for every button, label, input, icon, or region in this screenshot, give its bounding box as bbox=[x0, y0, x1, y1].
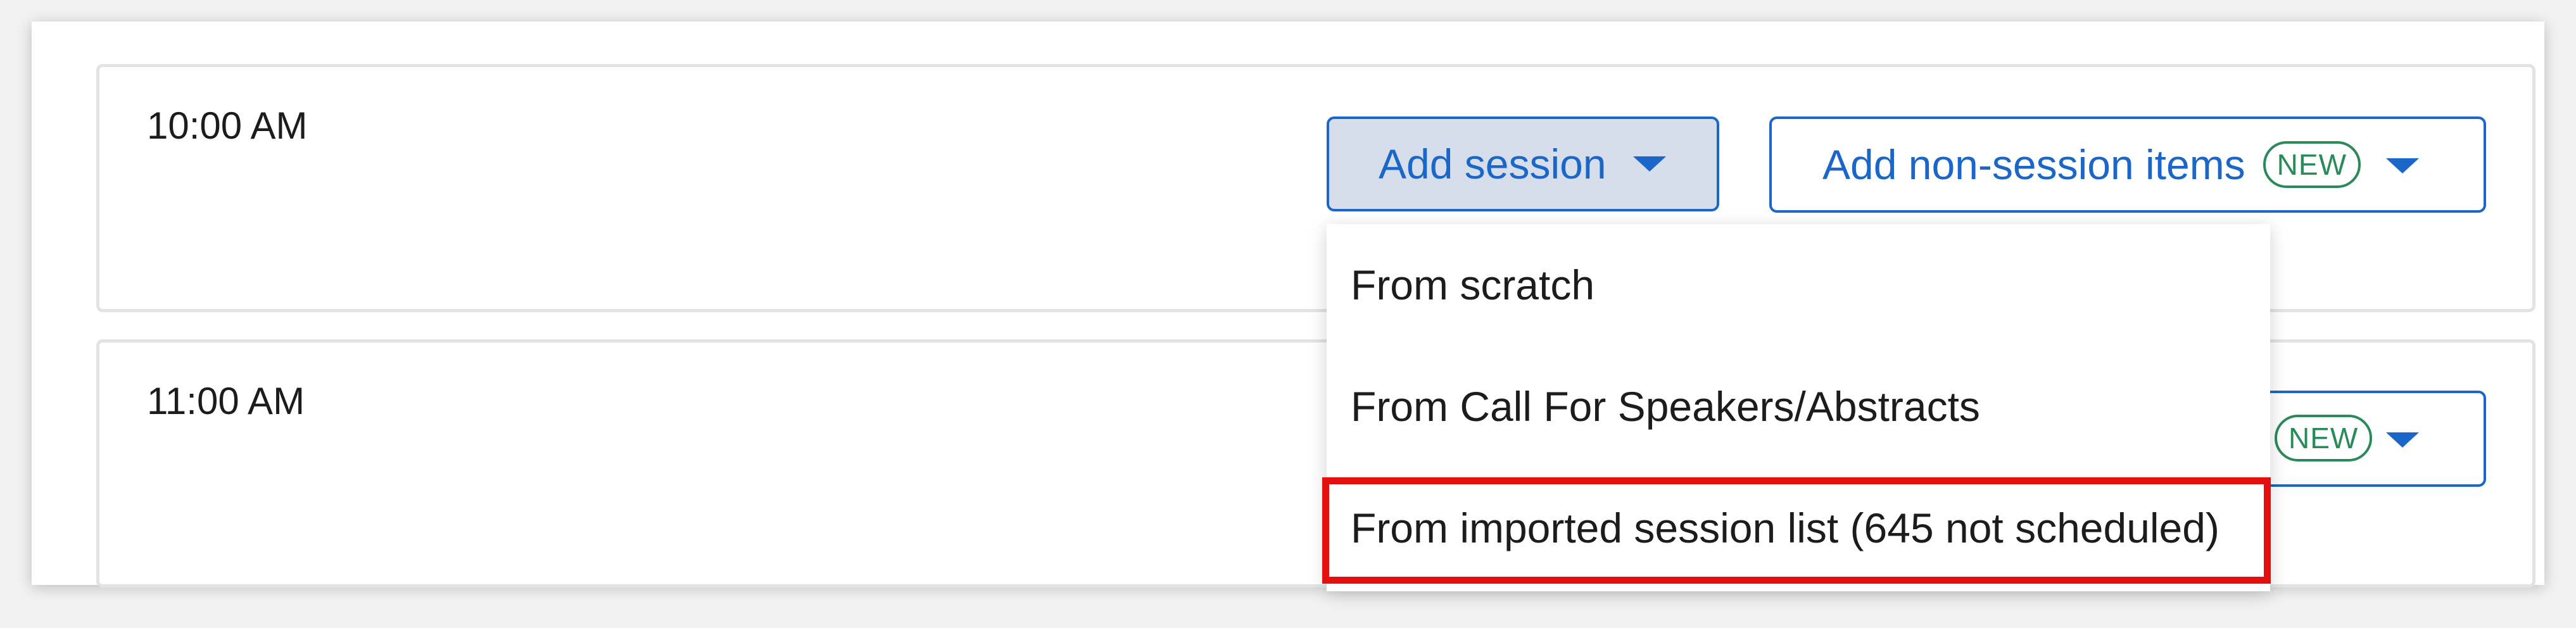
caret-down-icon bbox=[2386, 432, 2419, 448]
add-non-session-label: Add non-session items bbox=[1822, 141, 2245, 188]
time-label: 11:00 AM bbox=[147, 380, 305, 422]
add-session-label: Add session bbox=[1379, 141, 1607, 187]
new-badge: NEW bbox=[2263, 141, 2361, 188]
highlight-box bbox=[1322, 477, 2271, 584]
caret-down-icon bbox=[1632, 156, 1666, 172]
caret-down-icon bbox=[2386, 158, 2419, 173]
schedule-panel: 10:00 AM 11:00 AM Add session Add non-se… bbox=[32, 22, 2544, 591]
add-session-button[interactable]: Add session bbox=[1327, 116, 1719, 211]
new-badge: NEW bbox=[2275, 415, 2373, 462]
add-non-session-items-button[interactable]: Add non-session items NEW bbox=[1769, 116, 2486, 213]
menu-item-from-call-for-speakers[interactable]: From Call For Speakers/Abstracts bbox=[1351, 382, 1980, 430]
menu-item-from-scratch[interactable]: From scratch bbox=[1351, 261, 1594, 309]
time-label: 10:00 AM bbox=[147, 104, 308, 147]
